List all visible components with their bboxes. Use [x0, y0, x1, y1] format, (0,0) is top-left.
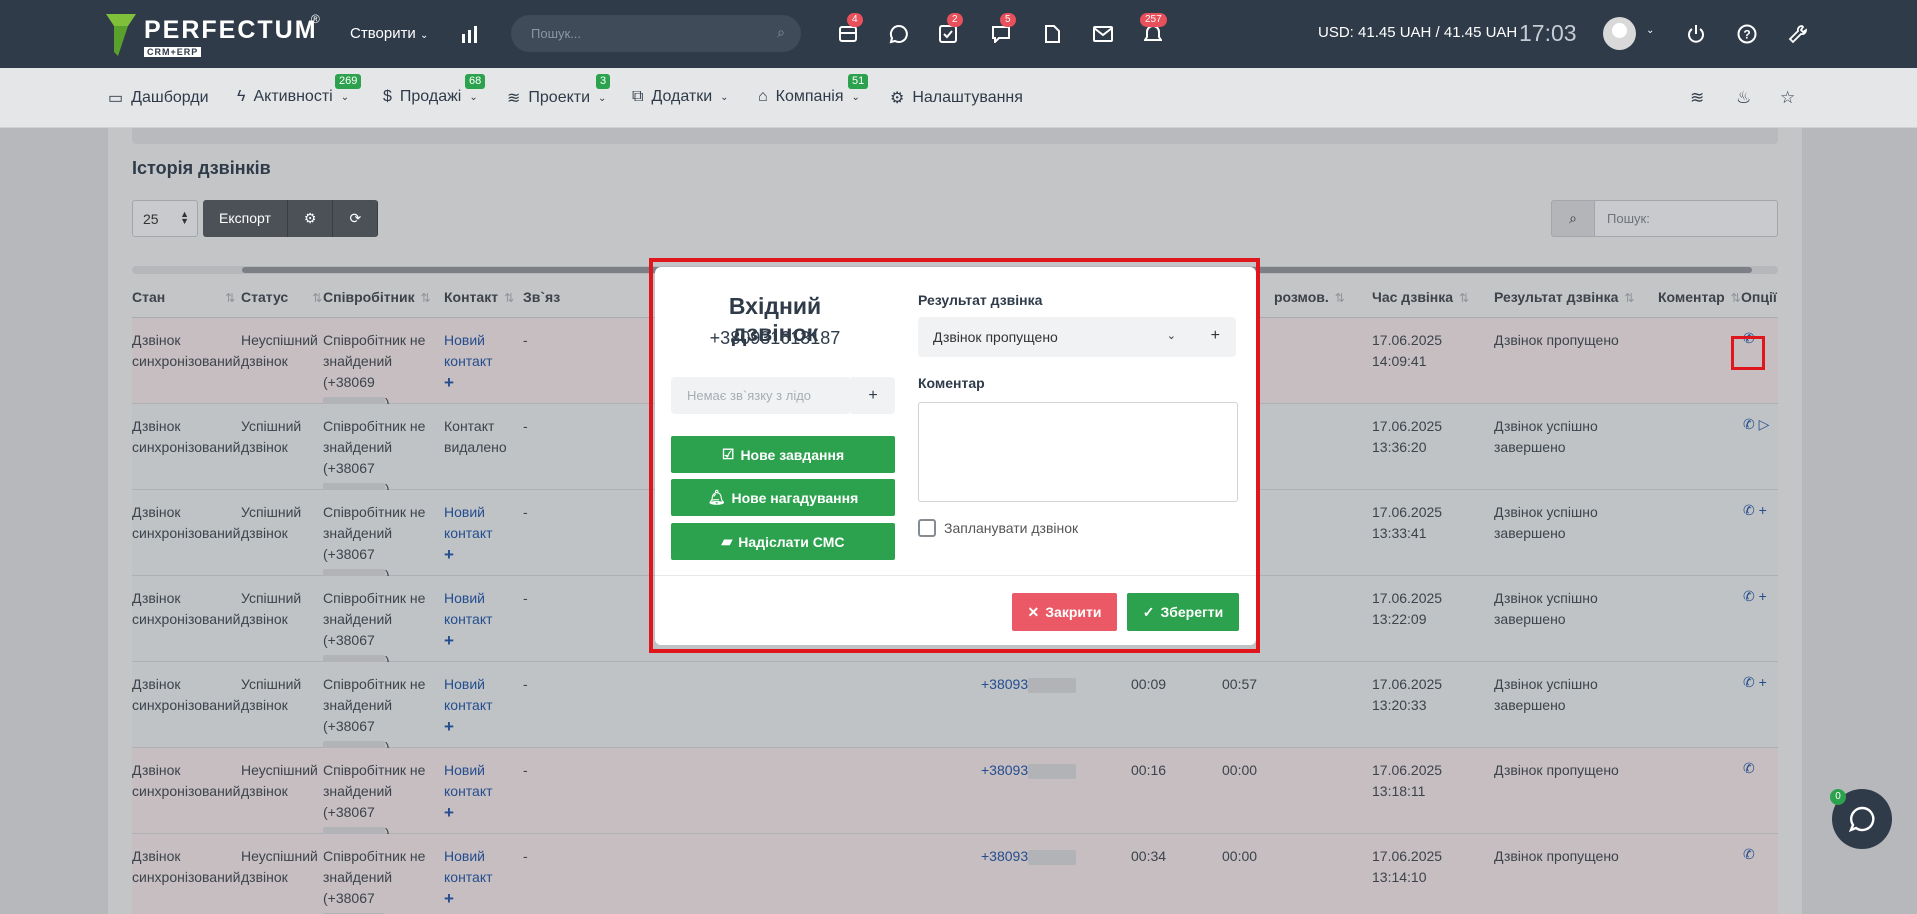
save-label: Зберегти: [1160, 604, 1224, 620]
comment-textarea[interactable]: [918, 402, 1238, 502]
schedule-call-label: Запланувати дзвінок: [944, 520, 1079, 536]
send-sms-label: Надіслати СМС: [738, 533, 845, 550]
close-label: Закрити: [1045, 604, 1102, 620]
lead-link-select[interactable]: Немає зв`язку з лідо: [671, 377, 851, 414]
close-icon: ✕: [1027, 603, 1040, 620]
chat-icon: [1848, 806, 1875, 833]
new-reminder-label: Нове нагадування: [731, 489, 859, 506]
result-label: Результат дзвінка: [918, 292, 1043, 308]
call-result-select[interactable]: Дзвінок пропущено ⌄ +: [918, 317, 1236, 357]
send-sms-button[interactable]: ▰ Надіслати СМС: [671, 523, 895, 560]
modal-footer-divider: [655, 575, 1256, 576]
new-task-label: Нове завдання: [740, 446, 845, 463]
support-chat-button[interactable]: 0: [1830, 789, 1892, 849]
add-result-icon[interactable]: +: [1211, 327, 1220, 345]
bell-icon: 🔔︎: [707, 489, 726, 505]
save-button[interactable]: ✓ Зберегти: [1127, 593, 1239, 631]
chevron-down-icon: ⌄: [1166, 330, 1176, 342]
add-lead-button[interactable]: +: [851, 377, 895, 414]
new-reminder-button[interactable]: 🔔︎ Нове нагадування: [671, 479, 895, 516]
incoming-call-modal: Вхідний дзвінок +380931613187 Немає зв`я…: [655, 267, 1256, 645]
caller-phone: +380931613187: [709, 328, 841, 348]
new-task-button[interactable]: ☑ Нове завдання: [671, 436, 895, 473]
message-icon: ▰: [721, 533, 733, 549]
call-result-value: Дзвінок пропущено: [933, 329, 1058, 345]
comment-label: Коментар: [918, 375, 985, 391]
highlight-frame: [1731, 336, 1765, 370]
lead-select-placeholder: Немає зв`язку з лідо: [687, 388, 812, 403]
checkbox[interactable]: [918, 519, 936, 537]
chat-badge: 0: [1830, 789, 1846, 805]
checkbox-icon: ☑: [721, 446, 735, 462]
schedule-call-checkbox[interactable]: Запланувати дзвінок: [918, 519, 1078, 537]
check-icon: ✓: [1142, 603, 1155, 620]
close-button[interactable]: ✕ Закрити: [1012, 593, 1117, 631]
modal-backdrop: Вхідний дзвінок +380931613187 Немає зв`я…: [0, 0, 1917, 914]
